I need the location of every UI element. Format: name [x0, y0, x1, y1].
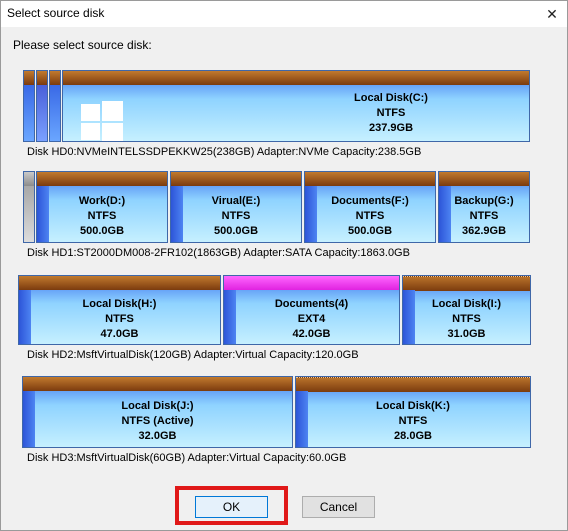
partition-g[interactable]: Backup(G:) NTFS 362.9GB: [438, 171, 530, 243]
partition-hidden-1[interactable]: [23, 171, 35, 243]
partition-size: 31.0GB: [447, 327, 486, 340]
partition-label: Documents(4) EXT4 42.0GB: [224, 296, 399, 342]
partition-i[interactable]: Local Disk(I:) NTFS 31.0GB: [402, 275, 531, 345]
partition-label: Local Disk(C:) NTFS 237.9GB: [253, 87, 529, 139]
partition-size: 42.0GB: [292, 327, 331, 340]
partition-size: 28.0GB: [394, 429, 432, 442]
partition-fs: NTFS (Active): [121, 414, 194, 427]
partition-name: Local Disk(I:): [431, 297, 502, 310]
partition-fs: NTFS: [221, 209, 251, 222]
disk-info-hd1: Disk HD1:ST2000DM008-2FR102(1863GB) Adap…: [27, 247, 410, 259]
partition-c[interactable]: Local Disk(C:) NTFS 237.9GB: [62, 70, 530, 142]
partition-fs: NTFS: [398, 414, 428, 427]
partition-name: Local Disk(H:): [82, 297, 157, 310]
disk-info-hd2: Disk HD2:MsftVirtualDisk(120GB) Adapter:…: [27, 349, 359, 361]
partition-name: Backup(G:): [454, 194, 514, 207]
close-icon[interactable]: ✕: [537, 1, 567, 27]
disk-info-hd0: Disk HD0:NVMeINTELSSDPEKKW25(238GB) Adap…: [27, 146, 422, 158]
partition-size: 237.9GB: [368, 121, 414, 134]
partition-label: Local Disk(I:) NTFS 31.0GB: [403, 296, 530, 342]
partition-name: Local Disk(K:): [376, 399, 450, 412]
partition-name: Virual(E:): [211, 194, 261, 207]
partition-e[interactable]: Virual(E:) NTFS 500.0GB: [170, 171, 302, 243]
partition-fs: NTFS: [376, 106, 406, 119]
partition-size: 500.0GB: [347, 224, 393, 237]
partition-fs: NTFS: [105, 312, 134, 325]
partition-name: Work(D:): [78, 194, 126, 207]
partition-size: 500.0GB: [213, 224, 259, 237]
partition-d[interactable]: Work(D:) NTFS 500.0GB: [36, 171, 168, 243]
select-source-disk-dialog: Select source disk ✕ Please select sourc…: [0, 0, 568, 531]
partition-h[interactable]: Local Disk(H:) NTFS 47.0GB: [18, 275, 221, 345]
partition-name: Documents(F:): [331, 194, 409, 207]
partition-fs: NTFS: [355, 209, 385, 222]
partition-size: 47.0GB: [100, 327, 139, 340]
partition-hidden-0b[interactable]: [36, 70, 48, 142]
partition-name: Local Disk(J:): [121, 399, 194, 412]
partition-fs: NTFS: [469, 209, 499, 222]
partition-label: Documents(F:) NTFS 500.0GB: [305, 192, 435, 240]
partition-label: Virual(E:) NTFS 500.0GB: [171, 192, 301, 240]
partition-size: 32.0GB: [138, 429, 177, 442]
partition-k[interactable]: Local Disk(K:) NTFS 28.0GB: [295, 376, 531, 448]
cancel-button[interactable]: Cancel: [302, 496, 375, 518]
title-bar: Select source disk ✕: [1, 1, 567, 27]
partition-size: 500.0GB: [79, 224, 125, 237]
windows-logo-icon: [81, 101, 123, 141]
ok-button[interactable]: OK: [195, 496, 268, 518]
partition-f[interactable]: Documents(F:) NTFS 500.0GB: [304, 171, 436, 243]
partition-documents-4[interactable]: Documents(4) EXT4 42.0GB: [223, 275, 400, 345]
partition-name: Documents(4): [274, 297, 349, 310]
partition-label: Local Disk(K:) NTFS 28.0GB: [296, 397, 530, 445]
partition-fs: NTFS: [87, 209, 117, 222]
select-prompt: Please select source disk:: [13, 38, 152, 52]
partition-fs: NTFS: [452, 312, 481, 325]
partition-hidden-0a[interactable]: [23, 70, 35, 142]
disk-info-hd3: Disk HD3:MsftVirtualDisk(60GB) Adapter:V…: [27, 452, 347, 464]
partition-size: 362.9GB: [461, 224, 507, 237]
partition-label: Work(D:) NTFS 500.0GB: [37, 192, 167, 240]
partition-name: Local Disk(C:): [354, 91, 428, 104]
partition-label: Backup(G:) NTFS 362.9GB: [439, 192, 529, 240]
partition-label: Local Disk(J:) NTFS (Active) 32.0GB: [23, 397, 292, 445]
dialog-title: Select source disk: [7, 6, 105, 20]
partition-label: Local Disk(H:) NTFS 47.0GB: [19, 296, 220, 342]
partition-hidden-0c[interactable]: [49, 70, 61, 142]
partition-j[interactable]: Local Disk(J:) NTFS (Active) 32.0GB: [22, 376, 293, 448]
partition-fs: EXT4: [297, 312, 326, 325]
